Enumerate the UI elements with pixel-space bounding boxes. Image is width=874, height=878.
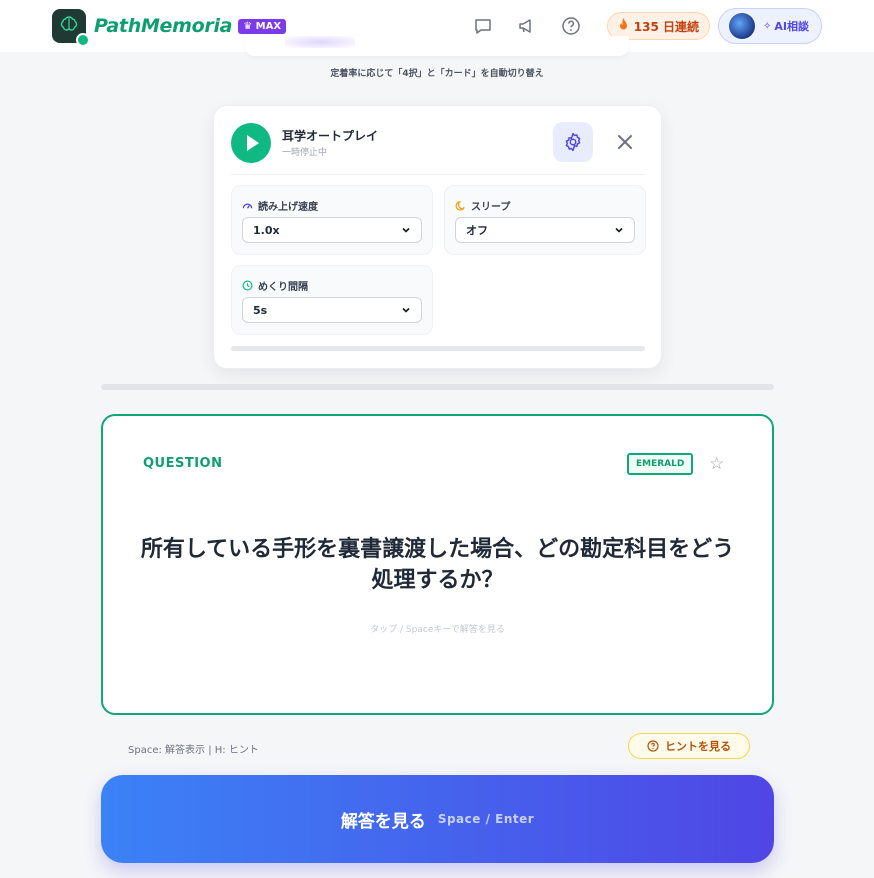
mode-subtitle: 定着率に応じて「4択」と「カード」を自動切り替え: [330, 69, 544, 79]
answer-key-hint: Space / Enter: [437, 812, 535, 826]
flame-icon: [618, 18, 629, 34]
ai-consult-button[interactable]: ✧ AI相談: [718, 8, 822, 44]
hint-button-label: ヒントを見る: [665, 740, 731, 753]
autoplay-status: 一時停止中: [282, 148, 328, 158]
gear-icon: [562, 131, 584, 153]
show-answer-button[interactable]: 解答を見る Space / Enter: [101, 775, 774, 863]
hint-button[interactable]: ヒントを見る: [628, 733, 750, 759]
chevron-down-icon: [401, 225, 411, 235]
close-button[interactable]: [613, 130, 637, 154]
megaphone-icon[interactable]: [515, 14, 539, 38]
globe-avatar-icon: [729, 13, 755, 39]
keyboard-shortcuts: Space: 解答表示 | H: ヒント: [128, 745, 259, 756]
session-progress-bar: [101, 384, 774, 390]
speed-value: 1.0x: [253, 223, 280, 237]
question-label: QUESTION: [143, 456, 223, 471]
sleep-label: スリープ: [471, 202, 511, 213]
star-icon[interactable]: ☆: [709, 454, 724, 474]
plan-badge: ♛ MAX: [238, 18, 287, 34]
gauge-icon: [242, 200, 253, 211]
level-badge: EMERALD: [627, 453, 694, 475]
brand-name: PathMemoria: [94, 15, 233, 37]
help-icon[interactable]: [559, 14, 583, 38]
speed-select[interactable]: 1.0x: [242, 217, 422, 243]
ai-button-label: AI相談: [774, 20, 809, 33]
moon-icon: [455, 200, 466, 211]
answer-button-label: 解答を見る: [340, 811, 426, 832]
play-button[interactable]: [231, 123, 271, 163]
help-circle-icon: [647, 740, 659, 752]
sleep-setting: スリープ オフ: [444, 185, 646, 255]
status-dot: [76, 33, 90, 47]
settings-button[interactable]: [553, 122, 593, 162]
interval-setting: めくり間隔 5s: [231, 265, 433, 335]
speed-setting: 読み上げ速度 1.0x: [231, 185, 433, 255]
chevron-down-icon: [401, 305, 411, 315]
sparkle-icon: ✧: [763, 20, 772, 32]
interval-label: めくり間隔: [258, 282, 308, 293]
autoplay-title: 耳学オートプレイ: [282, 129, 379, 143]
question-card[interactable]: QUESTION EMERALD ☆ 所有している手形を裏書譲渡した場合、どの勘…: [101, 414, 774, 715]
sleep-value: オフ: [466, 224, 488, 237]
clock-icon: [242, 280, 253, 291]
interval-select[interactable]: 5s: [242, 297, 422, 323]
brand-logo[interactable]: [52, 9, 90, 47]
autoplay-progress-bar: [231, 346, 645, 351]
sleep-select[interactable]: オフ: [455, 217, 635, 243]
interval-value: 5s: [253, 303, 268, 317]
close-icon: [616, 133, 634, 151]
streak-label: 135 日連続: [633, 19, 699, 34]
tap-hint: タップ / Spaceキーで解答を見る: [370, 625, 505, 635]
question-text: 所有している手形を裏書譲渡した場合、どの勘定科目をどう処理するか？: [140, 537, 735, 593]
divider: [231, 174, 645, 175]
autoplay-panel: 耳学オートプレイ 一時停止中 読み上げ速度 1.0x スリープ オフ めくり間隔…: [213, 105, 662, 369]
chevron-down-icon: [614, 225, 624, 235]
mode-toggle-area: [245, 36, 629, 56]
play-icon: [246, 135, 259, 151]
brain-icon: [59, 14, 79, 38]
speed-label: 読み上げ速度: [258, 202, 318, 213]
chat-icon[interactable]: [471, 14, 495, 38]
